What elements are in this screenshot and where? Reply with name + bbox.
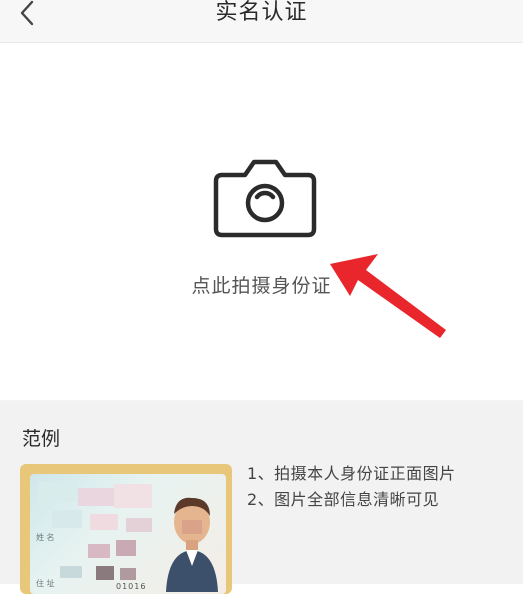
nav-bar: 实名认证 <box>0 0 523 43</box>
capture-id-card-area[interactable]: 点此拍摄身份证 <box>0 43 523 400</box>
id-card-name-label: 姓 名 <box>36 533 55 542</box>
page-title: 实名认证 <box>215 0 308 25</box>
example-note-1: 1、拍摄本人身份证正面图片 <box>247 464 456 483</box>
id-card-sample-image: 姓 名 住 址 01016 <box>20 464 232 594</box>
portrait-icon <box>166 497 218 592</box>
capture-label: 点此拍摄身份证 <box>191 275 332 297</box>
example-title: 范例 <box>22 428 61 450</box>
id-card-number-fragment: 01016 <box>116 582 147 591</box>
camera-icon[interactable] <box>212 157 318 239</box>
example-notes: 1、拍摄本人身份证正面图片 2、图片全部信息清晰可见 <box>247 462 456 514</box>
example-section: 范例 姓 名 住 址 01016 1、拍摄本人身份证正面图片 2、图片全部信息清… <box>0 406 523 594</box>
example-note-2: 2、图片全部信息清晰可见 <box>247 490 440 509</box>
